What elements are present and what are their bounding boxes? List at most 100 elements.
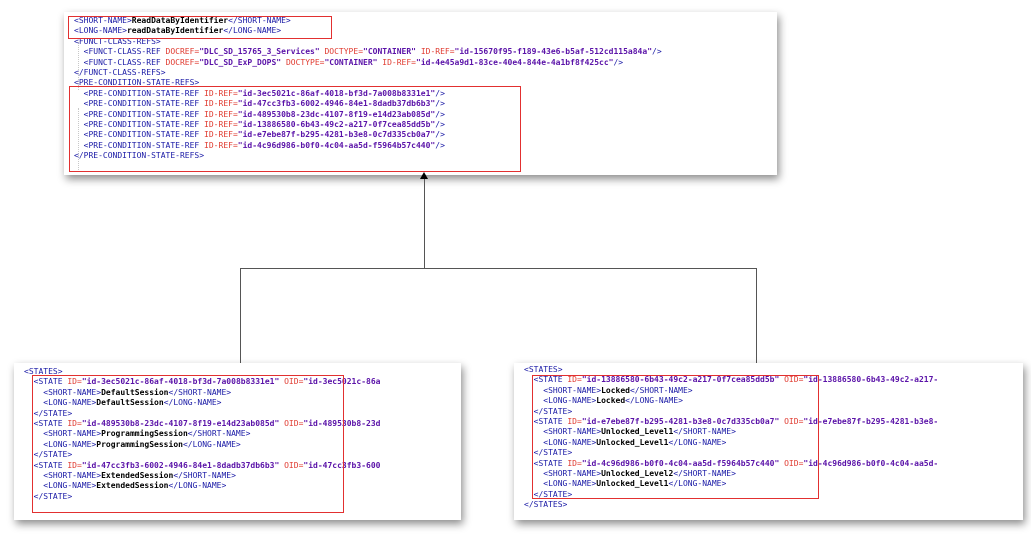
code-txt-token: ReadDataByIdentifier bbox=[131, 16, 229, 25]
code-line: <FUNCT-CLASS-REF DOCREF="DLC_SD_ExP_DOPS… bbox=[74, 58, 662, 68]
code-attr-token: ID= bbox=[67, 460, 82, 470]
code-tag-token: <SHORT-NAME> bbox=[524, 427, 602, 437]
code-tag-token: </STATE> bbox=[24, 450, 73, 460]
code-tag-token: </SHORT-NAME> bbox=[173, 470, 236, 480]
code-line: <LONG-NAME>DefaultSession</LONG-NAME> bbox=[24, 398, 380, 408]
code-tag-token: /> bbox=[435, 99, 445, 109]
code-tag-token: </LONG-NAME> bbox=[668, 437, 727, 447]
code-line: </PRE-CONDITION-STATE-REFS> bbox=[74, 151, 662, 161]
arrowhead-up-icon bbox=[420, 172, 428, 179]
code-line: <LONG-NAME>ExtendedSession</LONG-NAME> bbox=[24, 481, 380, 491]
code-attr-token: OID= bbox=[779, 416, 804, 426]
code-tag-token: </SHORT-NAME> bbox=[673, 468, 736, 478]
code-line: <STATE ID="id-4c96d986-b0f0-4c04-aa5d-f5… bbox=[524, 458, 939, 469]
connector-left-drop bbox=[240, 268, 241, 363]
code-tag-token: <SHORT-NAME> bbox=[74, 16, 132, 25]
code-tag-token: <STATE bbox=[24, 460, 68, 470]
code-tag-token: <LONG-NAME> bbox=[24, 398, 97, 408]
code-txt-token: ExtendedSession bbox=[96, 481, 169, 491]
code-attr-token: ID-REF= bbox=[377, 57, 416, 67]
code-line: <SHORT-NAME>Unlocked_Level2</SHORT-NAME> bbox=[524, 469, 938, 479]
code-attr-token: OID= bbox=[779, 458, 804, 468]
connector-horizontal bbox=[240, 268, 757, 269]
code-tag-token: <STATES> bbox=[524, 365, 563, 374]
right-states-panel: <STATES> <STATE ID= "id-13886580-6b43-49c… bbox=[514, 363, 1023, 520]
top-xml-panel: <SHORT-NAME>ReadDataByIdentifier</SHORT-… bbox=[64, 12, 777, 175]
code-txt-token: Locked bbox=[596, 396, 626, 406]
code-line: <PRE-CONDITION-STATE-REF ID-REF="id-e7eb… bbox=[74, 130, 662, 140]
code-line: <STATES> bbox=[24, 367, 380, 377]
code-tag-token: <STATE bbox=[524, 458, 568, 468]
code-val-token: "id-47cc3fb3-6002-4946-84e1-8dadb37db6b3… bbox=[81, 460, 280, 470]
code-val-token: "id-4e45a9d1-83ce-40e4-844e-4a1bf8f425cc… bbox=[416, 57, 614, 67]
code-tag-token: <PRE-CONDITION-STATE-REF bbox=[74, 88, 205, 98]
code-tag-token: <STATES> bbox=[24, 367, 63, 376]
code-txt-token: DefaultSession bbox=[101, 387, 169, 397]
code-tag-token: <FUNCT-CLASS-REF bbox=[74, 47, 166, 57]
code-tag-token: <PRE-CONDITION-STATE-REF bbox=[74, 130, 205, 140]
code-val-token: "id-489530b8-23dc-4107-8f19-e14d23ab085d… bbox=[81, 418, 280, 428]
code-val-token: "id-4c96d986-b0f0-4c04-aa5d- bbox=[803, 458, 939, 468]
code-val-token: "id-3ec5021c-86af-4018-bf3d-7a008b8331e1… bbox=[237, 88, 436, 98]
code-val-token: "id-13886580-6b43-49c2-a217-0f7cea85dd5b… bbox=[237, 119, 436, 129]
code-line: <SHORT-NAME>ProgrammingSession</SHORT-NA… bbox=[24, 429, 380, 439]
code-tag-token: </LONG-NAME> bbox=[625, 396, 683, 406]
code-line: <STATE ID="id-3ec5021c-86af-4018-bf3d-7a… bbox=[24, 377, 381, 387]
code-line: <LONG-NAME>Locked</LONG-NAME> bbox=[524, 396, 938, 406]
code-tag-token: </LONG-NAME> bbox=[223, 26, 282, 36]
code-tag-token: </STATE> bbox=[24, 491, 73, 501]
code-line: </STATE> bbox=[24, 450, 380, 460]
code-tag-token: </LONG-NAME> bbox=[168, 481, 227, 491]
code-line: <STATE ID="id-47cc3fb3-6002-4946-84e1-8d… bbox=[24, 460, 381, 471]
code-tag-token: /> bbox=[435, 140, 445, 150]
code-tag-token: </STATE> bbox=[524, 406, 573, 416]
code-line: <LONG-NAME>readDataByIdentifier</LONG-NA… bbox=[74, 26, 662, 36]
code-tag-token: <LONG-NAME> bbox=[524, 437, 597, 447]
code-tag-token: <STATE bbox=[524, 416, 568, 426]
connector-vertical-top bbox=[424, 178, 425, 268]
code-line: <PRE-CONDITION-STATE-REF ID-REF="id-4895… bbox=[74, 110, 662, 120]
code-tag-token: <LONG-NAME> bbox=[74, 26, 127, 36]
code-val-token: "id-4c96d986-b0f0-4c04-aa5d-f5964b57c440… bbox=[581, 458, 780, 468]
code-tag-token: </STATE> bbox=[524, 448, 573, 458]
code-line: <LONG-NAME>ProgrammingSession</LONG-NAME… bbox=[24, 440, 380, 450]
code-attr-token: ID-REF= bbox=[204, 130, 238, 140]
code-tag-token: </SHORT-NAME> bbox=[187, 429, 251, 439]
code-tag-token: </LONG-NAME> bbox=[182, 439, 241, 449]
code-attr-token: ID= bbox=[67, 418, 82, 428]
code-tag-token: <STATE bbox=[24, 418, 68, 428]
code-tag-token: <STATE bbox=[24, 377, 68, 387]
code-line: </STATE> bbox=[24, 492, 380, 502]
code-tag-token: </LONG-NAME> bbox=[668, 479, 727, 489]
code-tag-token: <STATE bbox=[524, 375, 568, 385]
code-line: </FUNCT-CLASS-REFS> bbox=[74, 68, 662, 78]
code-line: <SHORT-NAME>ReadDataByIdentifier</SHORT-… bbox=[74, 16, 662, 26]
code-tag-token: <PRE-CONDITION-STATE-REF bbox=[74, 109, 205, 119]
code-tag-token: <SHORT-NAME> bbox=[524, 468, 602, 478]
code-attr-token: OID= bbox=[279, 460, 304, 470]
code-val-token: "id-13886580-6b43-49c2-a217-0f7cea85dd5b… bbox=[581, 375, 780, 385]
code-tag-token: <LONG-NAME> bbox=[24, 481, 97, 491]
code-line: <SHORT-NAME>Unlocked_Level1</SHORT-NAME> bbox=[524, 427, 938, 437]
code-attr-token: DOCTYPE= bbox=[281, 57, 325, 67]
code-line: <STATE ID="id-e7ebe87f-b295-4281-b3e8-0c… bbox=[524, 416, 939, 427]
code-tag-token: <SHORT-NAME> bbox=[24, 387, 102, 397]
code-attr-token: ID= bbox=[567, 416, 582, 426]
code-line: <LONG-NAME>Unlocked_Level1</LONG-NAME> bbox=[524, 438, 938, 448]
code-line: <PRE-CONDITION-STATE-REF ID-REF="id-4c96… bbox=[74, 141, 662, 151]
code-attr-token: ID-REF= bbox=[204, 88, 238, 98]
code-tag-token: </STATE> bbox=[524, 489, 573, 499]
code-tag-token: <FUNCT-CLASS-REF bbox=[74, 57, 166, 67]
code-line: <STATE ID="id-489530b8-23dc-4107-8f19-e1… bbox=[24, 418, 381, 429]
code-txt-token: Unlocked_Level1 bbox=[596, 479, 669, 489]
code-val-token: "DLC_SD_15765_3_Services" bbox=[199, 47, 320, 57]
code-tag-token: <LONG-NAME> bbox=[524, 479, 597, 489]
code-txt-token: readDataByIdentifier bbox=[126, 26, 224, 36]
code-attr-token: ID-REF= bbox=[204, 140, 238, 150]
left-states-code: <STATES> <STATE ID="id-3ec5021c-86af-401… bbox=[24, 367, 380, 502]
code-val-token: "DLC_SD_ExP_DOPS" bbox=[199, 57, 282, 67]
code-val-token: "id-47cc3fb3-600 bbox=[303, 460, 381, 470]
code-line: </STATE> bbox=[524, 407, 938, 417]
code-val-token: "id-e7ebe87f-b295-4281-b3e8-0c7d335cb0a7… bbox=[581, 416, 780, 426]
code-line: <PRE-CONDITION-STATE-REFS> bbox=[74, 78, 662, 88]
